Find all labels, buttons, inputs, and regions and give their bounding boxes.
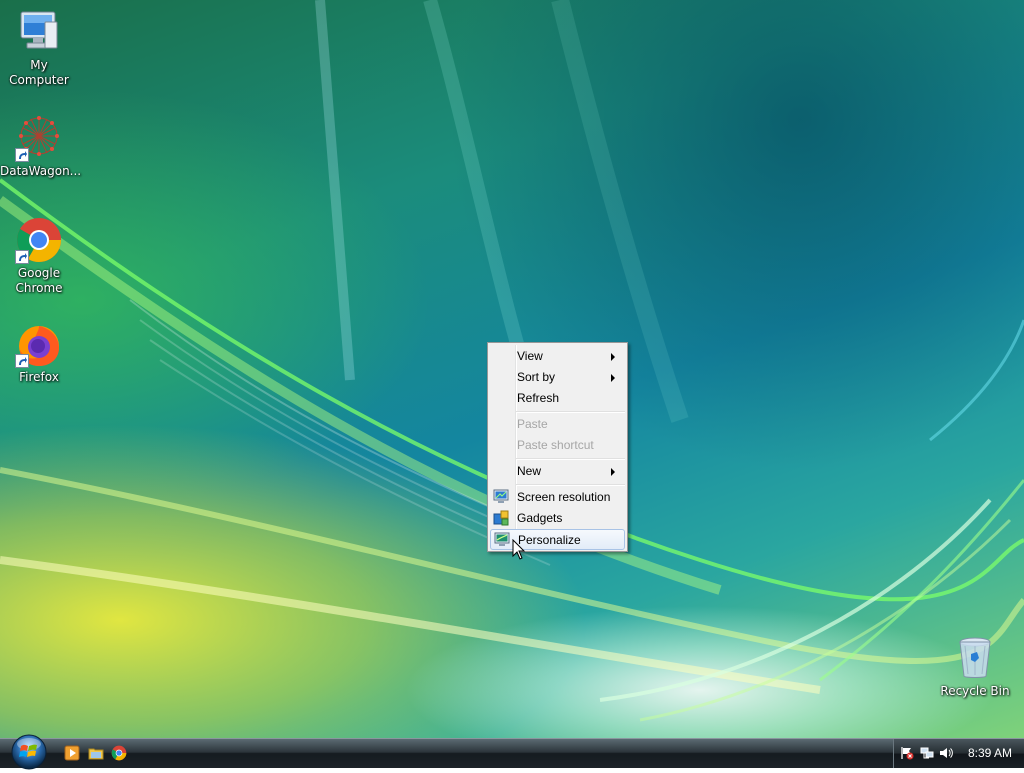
menu-item-sort-by[interactable]: Sort by [490,367,625,388]
desktop-icon-recycle-bin[interactable]: Recycle Bin [936,634,1014,699]
shortcut-arrow-icon [15,354,29,368]
network-icon [920,747,934,759]
gadgets-icon [493,510,509,526]
firefox-icon [15,320,63,368]
quick-launch-media-player[interactable] [64,745,80,761]
windows-orb-icon [11,734,47,770]
submenu-arrow-icon [611,374,615,382]
action-center-flag-icon [901,747,914,760]
tray-network[interactable] [920,746,934,760]
shortcut-arrow-icon [15,148,29,162]
mouse-cursor-icon [512,539,526,560]
datawagon-icon [15,114,63,162]
menu-item-label: Personalize [518,533,581,547]
menu-separator [516,458,625,460]
start-button[interactable] [8,732,50,770]
desktop-icon-label: Google Chrome [15,266,63,295]
desktop[interactable]: My Computer DataWagon... Google Chrome F… [0,0,1024,738]
menu-item-label: Sort by [517,370,556,384]
menu-item-paste[interactable]: Paste [490,414,625,435]
menu-item-label: Screen resolution [517,490,611,504]
screen-resolution-icon [493,489,509,505]
menu-separator [516,411,625,413]
submenu-arrow-icon [611,468,615,476]
tray-volume[interactable] [939,746,953,760]
folder-icon [88,748,104,760]
computer-icon [15,8,63,56]
desktop-icon-datawagon[interactable]: DataWagon... [0,114,82,179]
desktop-icon-firefox[interactable]: Firefox [0,320,78,385]
menu-item-refresh[interactable]: Refresh [490,388,625,409]
menu-item-label: Paste [517,417,548,431]
desktop-icon-label: Firefox [19,370,59,384]
quick-launch-folder[interactable] [88,745,104,761]
desktop-icon-my-computer[interactable]: My Computer [0,8,78,88]
desktop-icon-label: DataWagon... [0,164,82,178]
taskbar-clock[interactable]: 8:39 AM [968,746,1012,760]
shortcut-arrow-icon [15,250,29,264]
menu-item-label: New [517,464,542,478]
menu-item-label: Gadgets [517,511,563,525]
menu-item-paste-shortcut[interactable]: Paste shortcut [490,435,625,456]
system-tray: 8:39 AM [893,739,1024,768]
submenu-arrow-icon [611,353,615,361]
desktop-icon-label: Recycle Bin [940,684,1010,698]
menu-item-label: Paste shortcut [517,438,594,452]
recycle-bin-icon [951,634,999,682]
desktop-icon-label: My Computer [9,58,69,87]
menu-item-new[interactable]: New [490,461,625,482]
chrome-icon [111,745,127,761]
menu-separator [516,484,625,486]
menu-item-screen-resolution[interactable]: Screen resolution [490,487,625,508]
menu-item-view[interactable]: View [490,346,625,367]
menu-item-label: Refresh [517,391,560,405]
taskbar: 8:39 AM [0,734,1024,770]
menu-item-personalize[interactable]: Personalize [490,529,625,550]
desktop-icon-google-chrome[interactable]: Google Chrome [0,216,78,296]
menu-item-label: View [517,349,543,363]
personalize-icon [494,532,510,548]
quick-launch-chrome[interactable] [111,745,127,761]
menu-item-gadgets[interactable]: Gadgets [490,508,625,529]
chrome-icon [15,216,63,264]
desktop-context-menu: View Sort by Refresh Paste Paste shortcu… [487,342,628,552]
volume-icon [940,748,953,758]
tray-action-center[interactable] [900,746,914,760]
media-player-icon [64,745,80,761]
